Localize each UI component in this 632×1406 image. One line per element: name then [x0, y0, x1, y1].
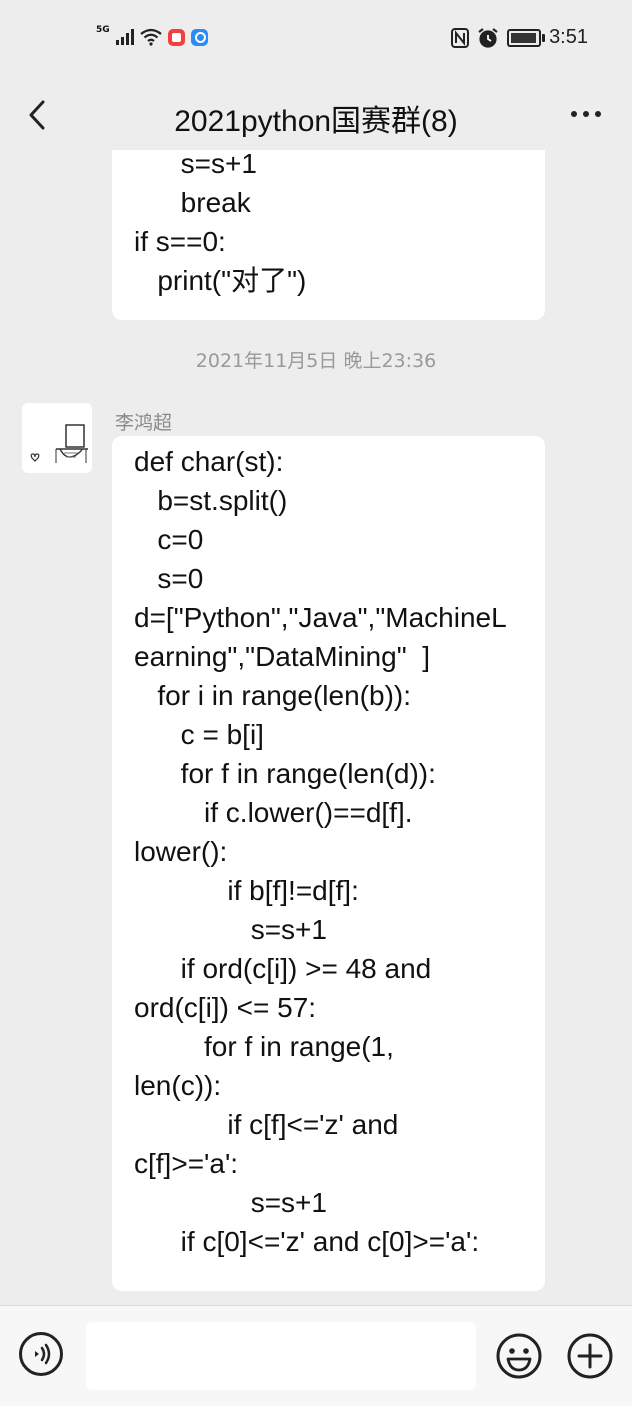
voice-icon [35, 1343, 51, 1365]
red-app-icon [167, 28, 185, 46]
status-right: 3:51 [451, 26, 588, 49]
message-line: ord(c[i]) <= 57: [134, 992, 317, 1023]
message-line: c = b[i] [134, 719, 264, 750]
message-line: for i in range(len(b)): [134, 680, 411, 711]
chat-header: 2021python国赛群(8) [0, 80, 632, 150]
more-dot [595, 111, 601, 117]
more-functions-button[interactable] [566, 1332, 614, 1380]
message-line: if c[f]<='z' and [134, 1109, 399, 1140]
chat-title: 2021python国赛群(8) [174, 105, 458, 138]
message-timestamp: 2021年11月5日 晚上23:36 [195, 350, 437, 372]
status-bar: 5G 3:51 [0, 0, 632, 80]
message-line: b=st.split() [134, 485, 288, 516]
status-time: 3:51 [549, 26, 588, 48]
wifi-icon [139, 28, 162, 46]
message-line: for f in range(1, [134, 1031, 394, 1062]
more-dot [583, 111, 589, 117]
message-input[interactable] [86, 1322, 476, 1390]
message-line: len(c)): [134, 1070, 222, 1101]
chat-messages[interactable]: s=s+1 break if s==0: print("对了") 2021年11… [0, 150, 632, 1305]
sender-name: 李鸿超 [115, 412, 173, 434]
network-label: 5G [96, 25, 110, 35]
message-line: if c[0]<='z' and c[0]>='a': [134, 1226, 480, 1257]
plus-icon [567, 1333, 613, 1379]
message-line: if ord(c[i]) >= 48 and [134, 953, 432, 984]
avatar-drawing-icon [30, 424, 88, 463]
message-bubble[interactable]: def char(st): b=st.split() c=0 s=0 d=["P… [112, 436, 545, 1291]
message-line: c[f]>='a': [134, 1148, 239, 1179]
message-bubble[interactable]: s=s+1 break if s==0: print("对了") [112, 150, 545, 320]
more-dots-icon [571, 111, 577, 117]
blue-app-icon [190, 28, 208, 46]
message-line: s=s+1 [134, 150, 257, 179]
message-line: s=s+1 [134, 914, 327, 945]
message-line: print("对了") [134, 265, 307, 296]
input-bar [0, 1305, 632, 1406]
status-left: 5G [96, 25, 208, 46]
message-line: s=0 [134, 563, 204, 594]
message-line: def char(st): [134, 446, 284, 477]
message-line: s=s+1 [134, 1187, 327, 1218]
nfc-icon [451, 27, 470, 48]
voice-button[interactable] [19, 1332, 63, 1376]
message-line: d=["Python","Java","MachineL [134, 602, 507, 633]
message-line: break [134, 187, 251, 218]
signal-icon [115, 29, 134, 45]
emoji-icon [496, 1333, 542, 1379]
message-line: if b[f]!=d[f]: [134, 875, 359, 906]
more-options-button[interactable] [566, 104, 606, 124]
message-line: c=0 [134, 524, 204, 555]
message-line: if s==0: [134, 226, 226, 257]
message-line: earning","DataMining" ] [134, 641, 430, 672]
emoji-button[interactable] [495, 1332, 543, 1380]
message-line: if c.lower()==d[f]. [134, 797, 413, 828]
message-line: lower(): [134, 836, 228, 867]
message-line: for f in range(len(d)): [134, 758, 436, 789]
battery-icon [507, 28, 546, 47]
avatar[interactable] [22, 403, 92, 473]
alarm-icon [478, 27, 498, 48]
